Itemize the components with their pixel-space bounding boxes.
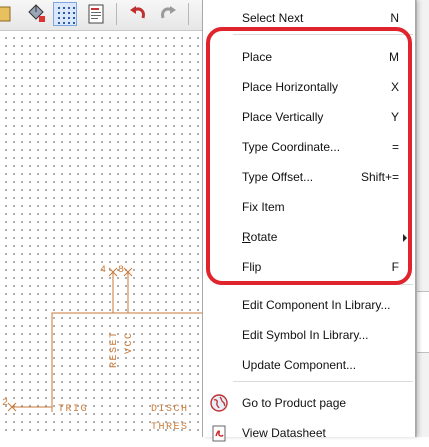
pin-number-trig: 2 xyxy=(2,398,8,409)
menu-item-label: View Datasheet xyxy=(242,426,326,440)
menu-item-place-vertically[interactable]: Place Vertically Y xyxy=(203,103,415,131)
menu-item-label: Fix Item xyxy=(242,200,285,214)
menu-item-shortcut: F xyxy=(391,260,399,274)
toolbar-separator xyxy=(188,3,189,25)
menu-separator xyxy=(233,34,413,35)
menu-item-label: Edit Component In Library... xyxy=(242,298,391,312)
menu-item-place-horizontally[interactable]: Place Horizontally X xyxy=(203,73,415,101)
context-menu: Select Next N Place M Place Horizontally… xyxy=(202,0,416,442)
menu-item-shortcut: Y xyxy=(390,110,399,124)
chip-outline xyxy=(51,312,210,412)
menu-item-type-offset[interactable]: Type Offset... Shift+= xyxy=(203,163,415,191)
redo-button[interactable] xyxy=(156,2,180,26)
properties-button[interactable] xyxy=(84,2,108,26)
undo-button[interactable] xyxy=(126,2,150,26)
menu-item-label: Edit Symbol In Library... xyxy=(242,328,369,342)
menu-separator xyxy=(233,284,413,285)
menu-item-label: Flip xyxy=(242,260,262,274)
menu-item-shortcut: M xyxy=(389,50,399,64)
pdf-icon xyxy=(212,425,226,442)
partial-icon xyxy=(0,6,11,22)
menu-item-label: Place xyxy=(242,50,273,64)
menu-separator xyxy=(233,381,413,382)
menu-item-update-component[interactable]: Update Component... xyxy=(203,351,415,379)
menu-item-shortcut: N xyxy=(390,11,399,25)
menu-item-type-coordinate[interactable]: Type Coordinate... = xyxy=(203,133,415,161)
menu-item-flip[interactable]: Flip F xyxy=(203,253,415,281)
menu-item-rotate[interactable]: Rotate xyxy=(203,223,415,251)
menu-item-edit-component-in-library[interactable]: Edit Component In Library... xyxy=(203,291,415,319)
redo-icon xyxy=(161,6,176,19)
toolbar-separator xyxy=(116,3,117,25)
paint-bucket-icon xyxy=(28,4,45,22)
undo-icon xyxy=(130,6,145,19)
toolbar-button-partial[interactable] xyxy=(0,2,18,26)
menu-item-label: Rotate xyxy=(242,230,278,244)
menu-item-go-to-product-page[interactable]: Go to Product page xyxy=(203,389,415,417)
menu-item-shortcut: Shift+= xyxy=(360,170,399,184)
menu-item-label: Type Offset... xyxy=(242,170,314,184)
menu-item-shortcut: = xyxy=(391,140,399,154)
submenu-arrow-icon xyxy=(403,234,407,242)
menu-item-place[interactable]: Place M xyxy=(203,43,415,71)
menu-item-fix-item[interactable]: Fix Item xyxy=(203,193,415,221)
pin-label-thres: THRES xyxy=(151,422,189,433)
background-window-field xyxy=(417,291,429,353)
grid-icon xyxy=(58,7,75,24)
pin-label-vcc: VCC xyxy=(124,331,135,354)
menu-item-label: Place Vertically xyxy=(242,110,324,124)
background-window-edge xyxy=(416,0,429,437)
pin-label-reset: RESET xyxy=(109,330,120,368)
menu-item-edit-symbol-in-library[interactable]: Edit Symbol In Library... xyxy=(203,321,415,349)
menu-item-label: Go to Product page xyxy=(242,396,347,410)
menu-item-label: Place Horizontally xyxy=(242,80,339,94)
menu-item-label: Select Next xyxy=(242,11,304,25)
document-icon xyxy=(88,4,104,24)
pin-number-reset: 4 xyxy=(100,265,106,276)
menu-item-label: Update Component... xyxy=(242,358,357,372)
menu-item-select-next[interactable]: Select Next N xyxy=(203,4,415,32)
grid-toggle-button[interactable] xyxy=(53,2,77,26)
paint-bucket-button[interactable] xyxy=(24,2,48,26)
menu-item-label: Type Coordinate... xyxy=(242,140,341,154)
pin-label-trig: TRIG xyxy=(58,404,88,415)
pin-number-vcc: 8 xyxy=(118,265,124,276)
pin-label-disch: DISCH xyxy=(151,404,189,415)
menu-item-shortcut: X xyxy=(390,80,399,94)
menu-item-view-datasheet[interactable]: View Datasheet xyxy=(203,419,415,447)
globe-icon xyxy=(210,394,228,412)
